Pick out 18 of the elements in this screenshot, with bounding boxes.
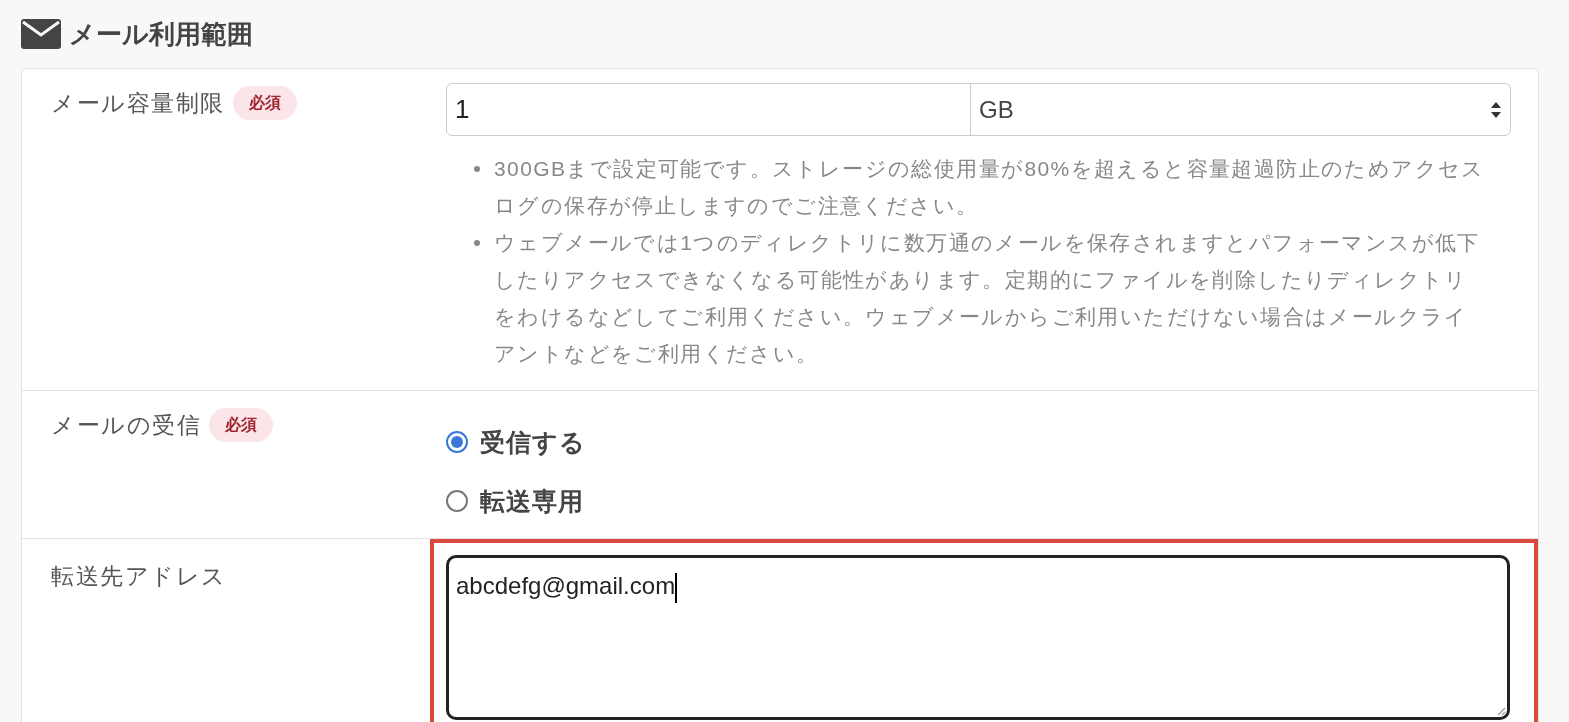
radio-option[interactable]: 受信する xyxy=(446,423,586,461)
note-text: ウェブメールでは1つのディレクトリに数万通のメールを保存されますとパフォーマンスが低下したりアクセスできなくなる可能性があります。定期的にファイルを削除したりディレクトリをわけるなどしてご利用ください。ウェブメールからご利用いただけない場合はメールクライアントなどをご利用ください。 xyxy=(494,230,1481,367)
radio-button[interactable] xyxy=(446,490,468,512)
radio-button[interactable] xyxy=(446,431,468,453)
field-label: メールの受信 xyxy=(51,411,201,440)
unit-select[interactable]: GB xyxy=(971,84,1510,135)
sort-caret-icon xyxy=(1490,100,1502,119)
envelope-icon xyxy=(21,19,61,49)
radio-option[interactable]: 転送専用 xyxy=(446,482,584,520)
field-label: メール容量制限 xyxy=(51,89,225,118)
resize-grip-icon xyxy=(1496,706,1506,716)
note-text: 300GBまで設定可能です。ストレージの総使用量が80%を超えると容量超過防止のためアクセスログの保存が停止しますのでご注意ください。 xyxy=(494,156,1486,219)
quota-field[interactable]: 1 GB xyxy=(446,83,1511,136)
address-textarea[interactable]: abcdefg@gmail.com xyxy=(446,555,1510,720)
required-badge: 必須 xyxy=(232,86,297,120)
section-title: メール利用範囲 xyxy=(69,17,253,51)
field-label: 転送先アドレス xyxy=(51,562,227,591)
required-badge: 必須 xyxy=(209,408,273,442)
